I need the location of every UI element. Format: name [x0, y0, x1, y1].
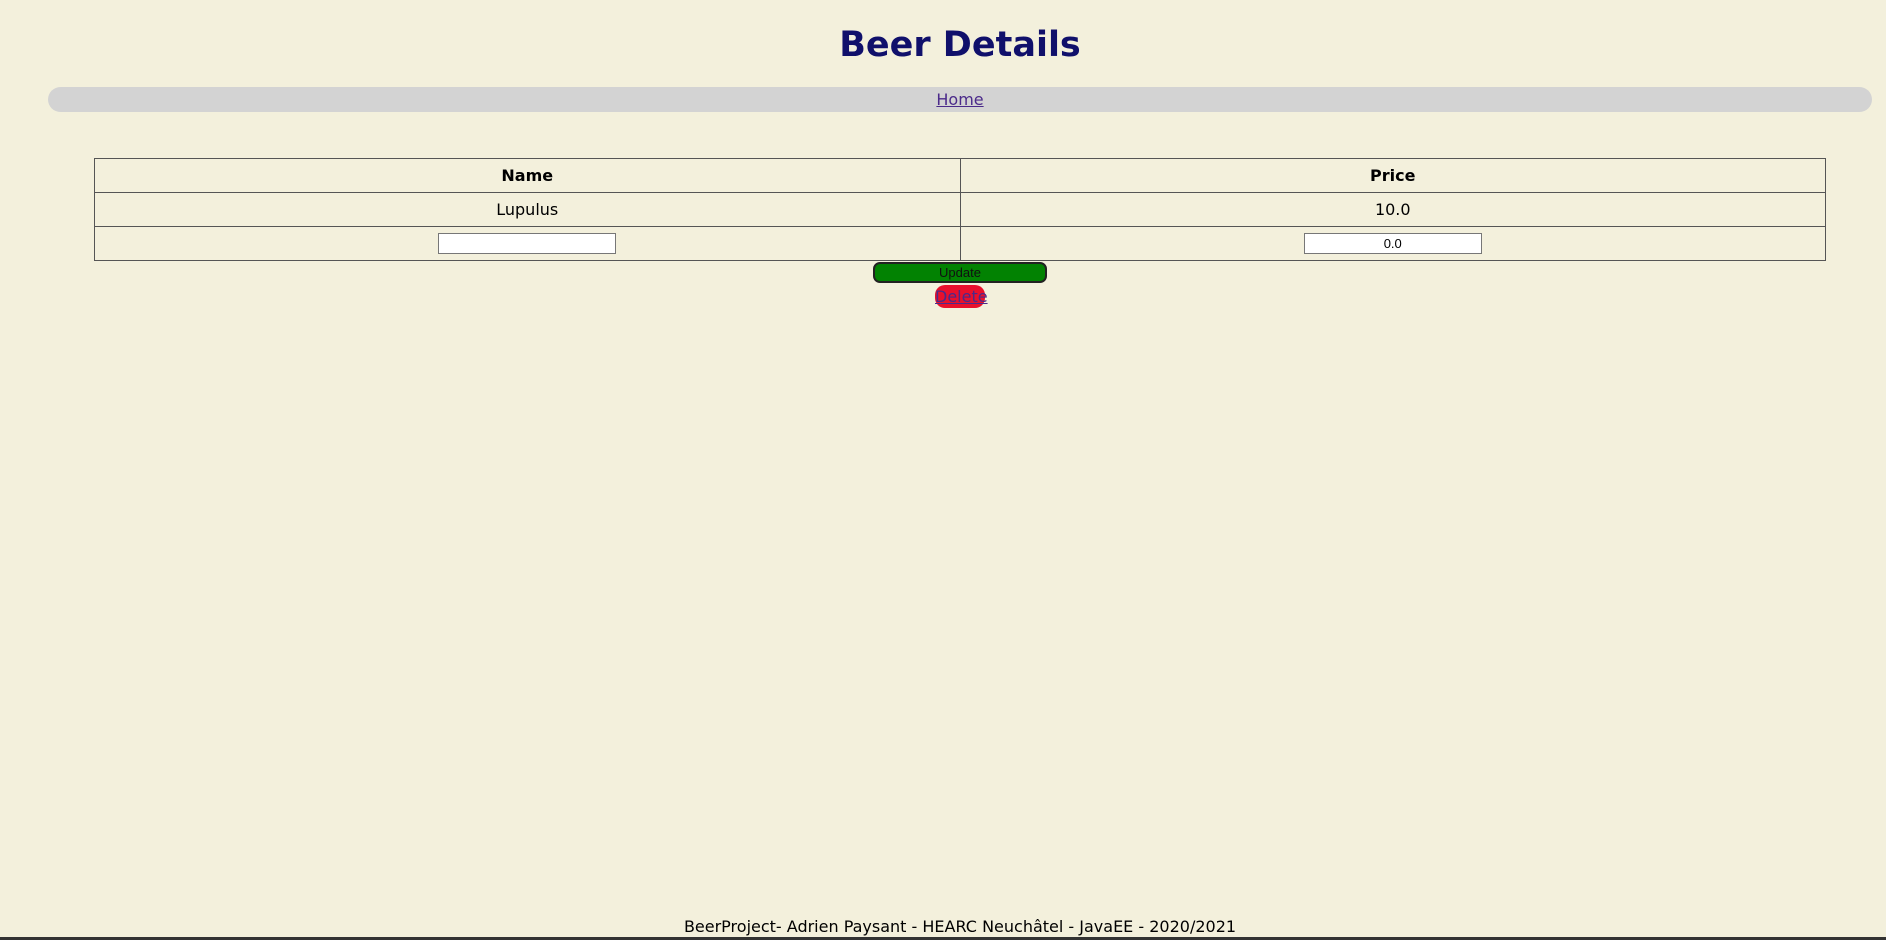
footer-text: BeerProject- Adrien Paysant - HEARC Neuc…	[683, 917, 1237, 936]
column-header-name: Name	[94, 158, 961, 193]
home-link[interactable]: Home	[936, 90, 983, 109]
price-input[interactable]	[1303, 233, 1482, 254]
update-button[interactable]: Update	[873, 262, 1047, 283]
price-input-cell	[959, 226, 1826, 261]
delete-link[interactable]: Delete	[935, 285, 988, 308]
table-row: Lupulus 10.0	[94, 192, 1826, 227]
nav-bar: Home	[48, 87, 1872, 112]
beer-details-table: Name Price Lupulus 10.0	[94, 158, 1826, 261]
table-header-row: Name Price	[94, 158, 1826, 193]
name-input[interactable]	[438, 233, 617, 254]
edit-row	[94, 226, 1826, 261]
page-title: Beer Details	[839, 25, 1081, 65]
name-input-cell	[94, 226, 961, 261]
column-header-price: Price	[959, 158, 1826, 193]
beer-name-cell: Lupulus	[94, 192, 961, 227]
beer-price-cell: 10.0	[959, 192, 1826, 227]
